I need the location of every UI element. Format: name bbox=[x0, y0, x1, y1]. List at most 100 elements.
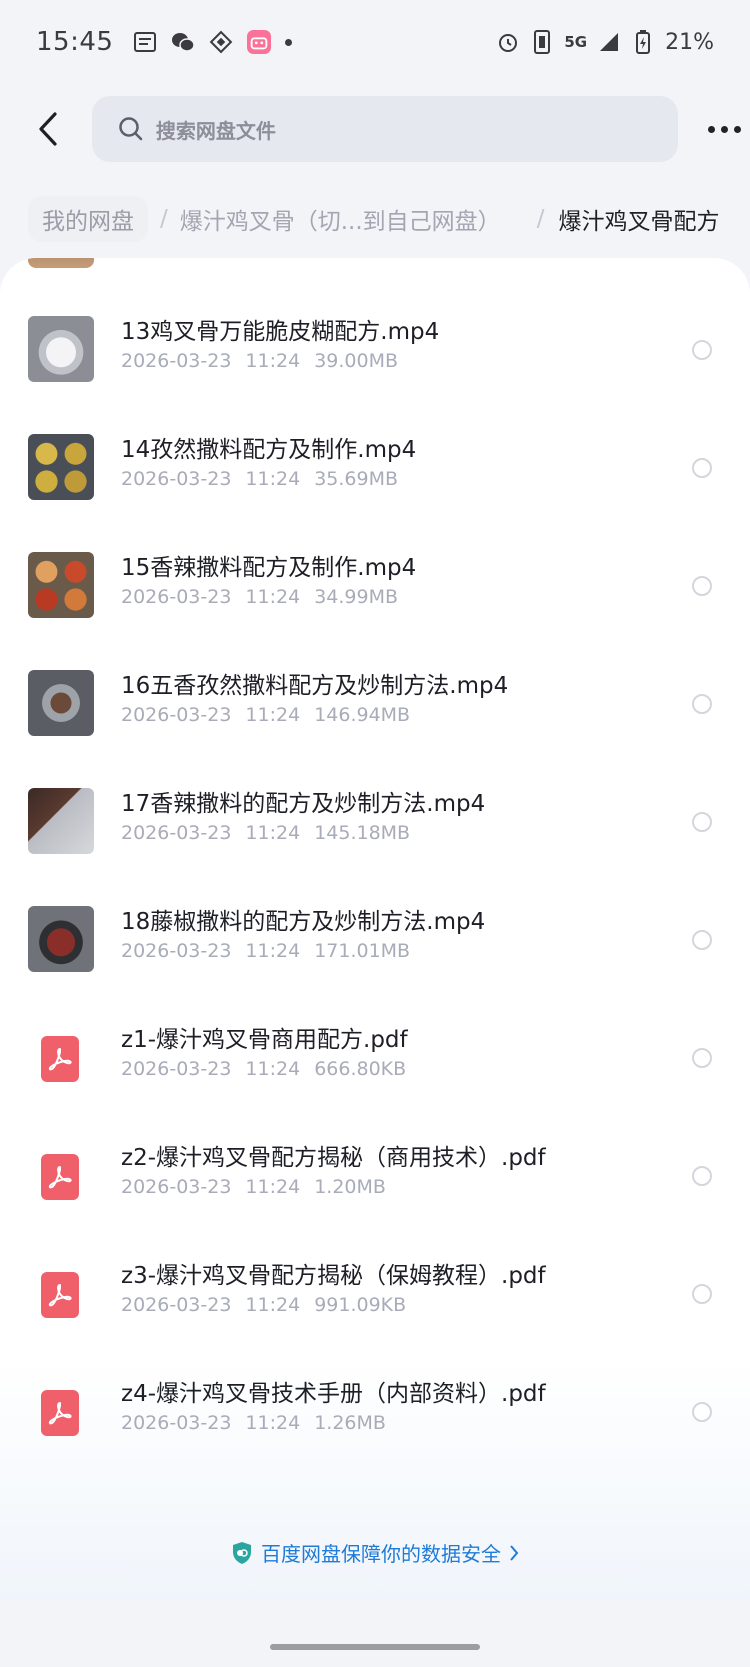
file-date: 2026-03-23 bbox=[121, 940, 232, 962]
home-indicator[interactable] bbox=[270, 1644, 480, 1650]
alarm-icon bbox=[496, 30, 520, 54]
file-time: 11:24 bbox=[245, 1294, 301, 1316]
file-meta: 2026-03-23 11:24 34.99MB bbox=[121, 586, 398, 608]
file-name: z2-爆汁鸡叉骨配方揭秘（商用技术）.pdf bbox=[121, 1145, 546, 1171]
file-name: z4-爆汁鸡叉骨技术手册（内部资料）.pdf bbox=[121, 1381, 546, 1407]
select-checkbox[interactable] bbox=[692, 812, 712, 832]
file-time: 11:24 bbox=[245, 468, 301, 490]
file-size: 1.26MB bbox=[314, 1412, 386, 1434]
file-size: 35.69MB bbox=[314, 468, 399, 490]
file-time: 11:24 bbox=[245, 822, 301, 844]
back-button[interactable] bbox=[18, 99, 78, 159]
file-row[interactable]: z4-爆汁鸡叉骨技术手册（内部资料）.pdf 2026-03-23 11:24 1.… bbox=[0, 1356, 750, 1474]
file-date: 2026-03-23 bbox=[121, 704, 232, 726]
select-checkbox[interactable] bbox=[692, 1166, 712, 1186]
select-checkbox[interactable] bbox=[692, 458, 712, 478]
pdf-icon bbox=[41, 1390, 79, 1436]
breadcrumb-item-root[interactable]: 我的网盘 bbox=[28, 196, 148, 242]
file-row[interactable]: z2-爆汁鸡叉骨配方揭秘（商用技术）.pdf 2026-03-23 11:24 1.… bbox=[0, 1120, 750, 1238]
breadcrumb-item-parent[interactable]: 爆汁鸡叉骨（切...到自己网盘） bbox=[180, 202, 501, 236]
file-row[interactable]: 14孜然撒料配方及制作.mp4 2026-03-23 11:24 35.69MB bbox=[0, 412, 750, 530]
chevron-left-icon bbox=[39, 112, 57, 146]
select-checkbox[interactable] bbox=[692, 1284, 712, 1304]
file-time: 11:24 bbox=[245, 1058, 301, 1080]
select-checkbox[interactable] bbox=[692, 930, 712, 950]
file-date: 2026-03-23 bbox=[121, 1294, 232, 1316]
file-row[interactable]: 13鸡叉骨万能脆皮糊配方.mp4 2026-03-23 11:24 39.00MB bbox=[0, 294, 750, 412]
file-name: z1-爆汁鸡叉骨商用配方.pdf bbox=[121, 1027, 408, 1053]
pdf-icon bbox=[41, 1036, 79, 1082]
file-size: 34.99MB bbox=[314, 586, 399, 608]
select-checkbox[interactable] bbox=[692, 1402, 712, 1422]
network-type: 5G bbox=[564, 33, 588, 51]
file-thumbnail bbox=[28, 258, 94, 268]
safety-text: 百度网盘保障你的数据安全 bbox=[261, 1542, 501, 1566]
breadcrumb-separator: / bbox=[536, 206, 545, 232]
file-name: 17香辣撒料的配方及炒制方法.mp4 bbox=[121, 791, 486, 817]
bilibili-icon bbox=[247, 30, 272, 54]
file-meta: 2026-03-23 11:24 39.00MB bbox=[121, 350, 398, 372]
message-icon bbox=[133, 30, 157, 54]
file-size: 991.09KB bbox=[314, 1294, 407, 1316]
file-date: 2026-03-23 bbox=[121, 468, 232, 490]
file-time: 11:24 bbox=[245, 350, 301, 372]
more-button[interactable] bbox=[698, 103, 750, 155]
select-checkbox[interactable] bbox=[692, 576, 712, 596]
file-size: 171.01MB bbox=[314, 940, 411, 962]
file-name: 16五香孜然撒料配方及炒制方法.mp4 bbox=[121, 673, 509, 699]
status-bar: 15:45 5G 21% bbox=[0, 0, 750, 84]
file-meta: 2026-03-23 11:24 1.26MB bbox=[121, 1412, 386, 1434]
search-icon bbox=[119, 117, 143, 141]
status-right: 5G 21% bbox=[496, 30, 714, 55]
sim-icon bbox=[530, 30, 554, 54]
file-name: 13鸡叉骨万能脆皮糊配方.mp4 bbox=[121, 319, 440, 345]
file-meta: 2026-03-23 11:24 666.80KB bbox=[121, 1058, 406, 1080]
file-row[interactable]: 17香辣撒料的配方及炒制方法.mp4 2026-03-23 11:24 145.18… bbox=[0, 766, 750, 884]
chevron-right-icon bbox=[510, 1544, 519, 1561]
file-size: 39.00MB bbox=[314, 350, 399, 372]
file-size: 1.20MB bbox=[314, 1176, 386, 1198]
select-checkbox[interactable] bbox=[692, 694, 712, 714]
breadcrumb-separator: / bbox=[160, 206, 168, 232]
shield-icon bbox=[233, 1541, 251, 1564]
data-safety-link[interactable]: 百度网盘保障你的数据安全 bbox=[0, 1538, 750, 1567]
breadcrumb-item-current: 爆汁鸡叉骨配方 bbox=[558, 209, 720, 235]
search-input[interactable]: 搜索网盘文件 bbox=[91, 96, 679, 162]
file-size: 146.94MB bbox=[314, 704, 411, 726]
file-time: 11:24 bbox=[245, 1176, 301, 1198]
select-checkbox[interactable] bbox=[692, 340, 712, 360]
video-thumbnail bbox=[28, 670, 94, 736]
file-list: 13鸡叉骨万能脆皮糊配方.mp4 2026-03-23 11:24 39.00MB … bbox=[0, 258, 750, 1600]
battery-icon bbox=[631, 30, 655, 54]
file-row[interactable]: 16五香孜然撒料配方及炒制方法.mp4 2026-03-23 11:24 146.9… bbox=[0, 648, 750, 766]
file-name: z3-爆汁鸡叉骨配方揭秘（保姆教程）.pdf bbox=[121, 1263, 546, 1289]
video-thumbnail bbox=[28, 906, 94, 972]
signal-icon bbox=[597, 30, 621, 54]
file-name: 15香辣撒料配方及制作.mp4 bbox=[121, 555, 417, 581]
file-date: 2026-03-23 bbox=[121, 586, 232, 608]
video-thumbnail bbox=[28, 552, 94, 618]
file-date: 2026-03-23 bbox=[121, 1058, 232, 1080]
pdf-icon bbox=[41, 1272, 79, 1318]
notification-dot-icon bbox=[285, 38, 293, 46]
video-thumbnail bbox=[28, 434, 94, 500]
file-time: 11:24 bbox=[245, 1412, 301, 1434]
file-row[interactable]: z3-爆汁鸡叉骨配方揭秘（保姆教程）.pdf 2026-03-23 11:24 99… bbox=[0, 1238, 750, 1356]
file-name: 18藤椒撒料的配方及炒制方法.mp4 bbox=[121, 909, 486, 935]
file-time: 11:24 bbox=[245, 940, 301, 962]
file-row[interactable]: z1-爆汁鸡叉骨商用配方.pdf 2026-03-23 11:24 666.80KB bbox=[0, 1002, 750, 1120]
pdf-icon bbox=[41, 1154, 79, 1200]
wechat-icon bbox=[171, 30, 196, 54]
search-placeholder: 搜索网盘文件 bbox=[155, 118, 276, 143]
select-checkbox[interactable] bbox=[692, 1048, 712, 1068]
file-row[interactable]: 15香辣撒料配方及制作.mp4 2026-03-23 11:24 34.99MB bbox=[0, 530, 750, 648]
status-left: 15:45 bbox=[36, 27, 293, 57]
header: 搜索网盘文件 bbox=[0, 96, 750, 162]
file-meta: 2026-03-23 11:24 171.01MB bbox=[121, 940, 410, 962]
file-meta: 2026-03-23 11:24 991.09KB bbox=[121, 1294, 406, 1316]
file-meta: 2026-03-23 11:24 35.69MB bbox=[121, 468, 398, 490]
file-row[interactable]: 18藤椒撒料的配方及炒制方法.mp4 2026-03-23 11:24 171.01… bbox=[0, 884, 750, 1002]
file-meta: 2026-03-23 11:24 1.20MB bbox=[121, 1176, 386, 1198]
file-date: 2026-03-23 bbox=[121, 822, 232, 844]
file-meta: 2026-03-23 11:24 146.94MB bbox=[121, 704, 410, 726]
